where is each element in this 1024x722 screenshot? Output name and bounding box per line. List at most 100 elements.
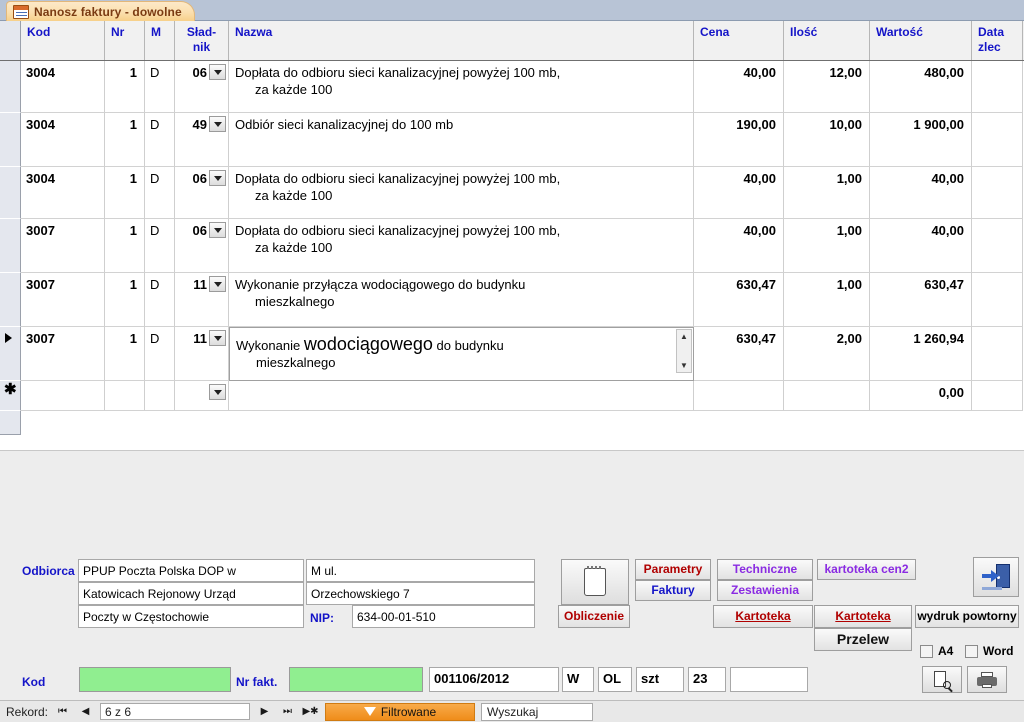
w-field[interactable]: W	[562, 667, 594, 692]
ol-field[interactable]: OL	[598, 667, 632, 692]
cell-nazwa[interactable]: Odbiór sieci kanalizacyjnej do 100 mb	[229, 113, 694, 167]
chevron-down-icon[interactable]	[209, 170, 226, 186]
nr-fakt-field[interactable]	[289, 667, 423, 692]
cell-nr[interactable]	[105, 381, 145, 411]
cell-skladnik[interactable]: 11	[175, 273, 229, 327]
kartoteka-left-button[interactable]: Kartoteka	[713, 605, 813, 628]
cell-nr[interactable]: 1	[105, 327, 145, 381]
cell-nazwa-editing[interactable]: Wykonanie wodociągowego do budynku miesz…	[229, 327, 694, 381]
cell-m[interactable]: D	[145, 61, 175, 113]
cell-wartosc[interactable]: 40,00	[870, 219, 972, 273]
column-header-wartosc[interactable]: Wartość	[870, 21, 972, 60]
cell-data-zlec[interactable]	[972, 113, 1023, 167]
cell-nazwa[interactable]	[229, 381, 694, 411]
jm-field[interactable]: szt	[636, 667, 684, 692]
cell-cena[interactable]: 40,00	[694, 219, 784, 273]
cell-ilosc[interactable]: 10,00	[784, 113, 870, 167]
cell-data-zlec[interactable]	[972, 273, 1023, 327]
cell-cena[interactable]: 40,00	[694, 167, 784, 219]
cell-ilosc[interactable]: 1,00	[784, 167, 870, 219]
cell-m[interactable]	[145, 381, 175, 411]
cell-kod[interactable]: 3004	[21, 113, 105, 167]
word-checkbox-box[interactable]	[965, 644, 978, 658]
cell-kod[interactable]: 3004	[21, 167, 105, 219]
record-position[interactable]: 6 z 6	[100, 703, 251, 720]
cell-nr[interactable]: 1	[105, 219, 145, 273]
cell-skladnik[interactable]: 06	[175, 61, 229, 113]
odbiorca-line3-field[interactable]: Poczty w Częstochowie	[78, 605, 304, 628]
cell-nr[interactable]: 1	[105, 273, 145, 327]
cell-cena[interactable]: 190,00	[694, 113, 784, 167]
table-row-new[interactable]: ✱ 0,00	[0, 381, 1024, 411]
cell-wartosc[interactable]: 480,00	[870, 61, 972, 113]
cell-cena[interactable]: 630,47	[694, 327, 784, 381]
row-selector[interactable]	[0, 219, 21, 273]
table-row[interactable]: 3004 1 D 06 Dopłata do odbioru sieci kan…	[0, 61, 1024, 113]
cell-data-zlec[interactable]	[972, 61, 1023, 113]
a4-checkbox-box[interactable]	[920, 644, 933, 658]
cell-skladnik[interactable]: 11	[175, 327, 229, 381]
chevron-down-icon[interactable]	[209, 64, 226, 80]
scroll-up-icon[interactable]: ▲	[677, 330, 691, 343]
table-row[interactable]: 3007 1 D 06 Dopłata do odbioru sieci kan…	[0, 219, 1024, 273]
odbiorca-line2-field[interactable]: Katowicach Rejonowy Urząd	[78, 582, 304, 605]
cell-nr[interactable]: 1	[105, 61, 145, 113]
cell-kod[interactable]: 3007	[21, 273, 105, 327]
column-header-nr[interactable]: Nr	[105, 21, 145, 60]
cell-nazwa[interactable]: Dopłata do odbioru sieci kanalizacyjnej …	[229, 219, 694, 273]
table-row-current[interactable]: 3007 1 D 11 Wykonanie wodociągowego do b…	[0, 327, 1024, 381]
cell-nr[interactable]: 1	[105, 113, 145, 167]
cell-ilosc[interactable]	[784, 381, 870, 411]
kartoteka-cen2-button[interactable]: kartoteka cen2	[817, 559, 916, 580]
cell-ilosc[interactable]: 2,00	[784, 327, 870, 381]
row-selector[interactable]	[0, 167, 21, 219]
cell-data-zlec[interactable]	[972, 327, 1023, 381]
cell-skladnik[interactable]: 49	[175, 113, 229, 167]
table-row[interactable]: 3004 1 D 49 Odbiór sieci kanalizacyjnej …	[0, 113, 1024, 167]
kartoteka-right-button[interactable]: Kartoteka	[814, 605, 912, 628]
extra-field[interactable]	[730, 667, 808, 692]
table-row[interactable]: 3007 1 D 11 Wykonanie przyłącza wodociąg…	[0, 273, 1024, 327]
filter-toggle-button[interactable]: Filtrowane	[325, 702, 476, 721]
vat-field[interactable]: 23	[688, 667, 726, 692]
cell-ilosc[interactable]: 1,00	[784, 273, 870, 327]
chevron-down-icon[interactable]	[209, 116, 226, 132]
next-record-icon[interactable]: ▶	[256, 704, 273, 720]
first-record-icon[interactable]: ⏮	[54, 704, 71, 720]
address-line2-field[interactable]: Orzechowskiego 7	[306, 582, 535, 605]
cell-kod[interactable]	[21, 381, 105, 411]
column-header-cena[interactable]: Cena	[694, 21, 784, 60]
cell-cena[interactable]: 40,00	[694, 61, 784, 113]
obliczenie-button[interactable]: Obliczenie	[558, 605, 630, 628]
cell-m[interactable]: D	[145, 113, 175, 167]
cell-cena[interactable]: 630,47	[694, 273, 784, 327]
chevron-down-icon[interactable]	[209, 276, 226, 292]
cell-wartosc[interactable]: 1 900,00	[870, 113, 972, 167]
table-row[interactable]: 3004 1 D 06 Dopłata do odbioru sieci kan…	[0, 167, 1024, 219]
chevron-down-icon[interactable]	[209, 222, 226, 238]
tab-nanosz-faktury[interactable]: Nanosz faktury - dowolne	[6, 1, 195, 21]
cell-m[interactable]: D	[145, 167, 175, 219]
cell-m[interactable]: D	[145, 219, 175, 273]
chevron-down-icon[interactable]	[209, 384, 226, 400]
search-input[interactable]: Wyszukaj	[481, 702, 594, 721]
print-preview-button[interactable]	[922, 666, 962, 693]
cell-data-zlec[interactable]	[972, 381, 1023, 411]
invoice-number-field[interactable]: 001106/2012	[429, 667, 559, 692]
kod-field[interactable]	[79, 667, 231, 692]
cell-ilosc[interactable]: 1,00	[784, 219, 870, 273]
cell-m[interactable]: D	[145, 273, 175, 327]
address-line1-field[interactable]: M ul.	[306, 559, 535, 582]
row-selector[interactable]	[0, 273, 21, 327]
scroll-down-icon[interactable]: ▼	[677, 359, 691, 372]
cell-data-zlec[interactable]	[972, 219, 1023, 273]
cell-skladnik[interactable]	[175, 381, 229, 411]
row-selector[interactable]	[0, 113, 21, 167]
column-header-nazwa[interactable]: Nazwa	[229, 21, 694, 60]
przelew-button[interactable]: Przelew	[814, 628, 912, 651]
cell-kod[interactable]: 3007	[21, 219, 105, 273]
cell-skladnik[interactable]: 06	[175, 219, 229, 273]
cell-wartosc[interactable]: 630,47	[870, 273, 972, 327]
faktury-button[interactable]: Faktury	[635, 580, 711, 601]
cell-skladnik[interactable]: 06	[175, 167, 229, 219]
